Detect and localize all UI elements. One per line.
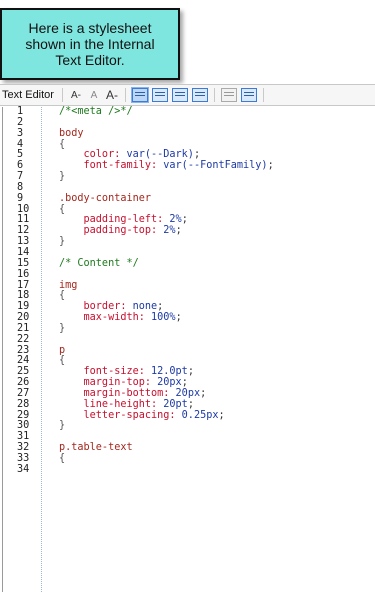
code-token: ; xyxy=(157,301,164,313)
code-token: } xyxy=(59,322,66,334)
code-token: none xyxy=(132,301,158,313)
code-text: } xyxy=(59,421,65,432)
code-token: { xyxy=(59,290,66,302)
code-token: .body-container xyxy=(59,192,152,204)
code-token: max-width: xyxy=(59,312,152,324)
code-editor[interactable]: 1/*<meta />*/2 3 body 4{5 color: var(--Dark… xyxy=(2,106,375,592)
code-token: /* Content */ xyxy=(59,257,139,269)
code-token: body xyxy=(59,127,84,139)
code-token: ; xyxy=(187,366,194,378)
code-token: color: xyxy=(59,149,127,161)
code-token: { xyxy=(59,453,66,464)
code-token: ; xyxy=(200,387,207,399)
toolbar-separator xyxy=(262,88,264,102)
code-token: border: xyxy=(59,301,133,313)
code-line[interactable]: 34 xyxy=(3,463,375,476)
code-token: margin-top: xyxy=(59,377,158,389)
code-token: { xyxy=(59,355,66,367)
code-token: font-family: xyxy=(59,160,164,172)
line-number: 34 xyxy=(17,463,30,475)
toolbar-separator xyxy=(213,88,215,102)
code-token: 2% xyxy=(163,225,176,237)
font-increase-button[interactable]: A- xyxy=(105,87,119,103)
code-token: } xyxy=(59,236,66,248)
format-icon[interactable] xyxy=(191,88,208,102)
line-number: 9 xyxy=(17,192,24,204)
code-token: p xyxy=(59,344,66,356)
code-token: 2% xyxy=(169,214,182,226)
code-token: ; xyxy=(181,377,188,389)
code-text: max-width: 100%; xyxy=(59,312,182,324)
font-reset-button[interactable]: A xyxy=(87,87,101,103)
code-token: } xyxy=(59,171,66,183)
code-token: margin-bottom: xyxy=(59,387,176,399)
code-token: ; xyxy=(193,149,201,161)
spell-check-icon[interactable] xyxy=(240,88,257,102)
code-token: ; xyxy=(187,398,194,410)
code-token: 20px xyxy=(175,387,201,399)
line-number: 16 xyxy=(17,268,30,280)
code-token: } xyxy=(59,420,66,432)
code-line[interactable]: 7} xyxy=(3,171,375,183)
code-text: } xyxy=(59,236,66,248)
code-text: /*<meta />*/ xyxy=(59,106,133,118)
line-numbers-icon[interactable] xyxy=(171,88,188,102)
line-number: 28 xyxy=(17,398,30,410)
code-line[interactable]: 21} xyxy=(3,322,375,335)
code-line[interactable]: 30} xyxy=(3,421,375,432)
code-text: letter-spacing: 0.25px; xyxy=(59,409,225,422)
code-line[interactable]: 33{ xyxy=(3,453,375,465)
code-text: .body-container xyxy=(59,192,152,205)
code-token: ; xyxy=(181,214,188,226)
line-number: 3 xyxy=(17,127,24,139)
code-token: 12.0pt xyxy=(151,366,188,378)
code-text: font-family: var(--FontFamily); xyxy=(59,160,274,172)
code-text: /* Content */ xyxy=(59,257,139,270)
code-text: } xyxy=(59,322,66,335)
text-editor-toolbar: Text Editor A- A A- xyxy=(0,84,375,106)
code-line[interactable]: 1/*<meta />*/ xyxy=(3,106,375,118)
code-token: 100% xyxy=(151,312,176,324)
code-text: } xyxy=(59,171,66,183)
code-view-icon[interactable] xyxy=(151,88,168,102)
code-token: line-height: xyxy=(59,398,164,410)
code-token: ; xyxy=(218,409,225,421)
code-text: padding-top: 2%; xyxy=(59,225,182,237)
code-token: 20px xyxy=(157,377,182,389)
code-token: p.table-text xyxy=(59,442,133,454)
code-token: padding-top: xyxy=(59,225,164,237)
toolbar-title: Text Editor xyxy=(2,89,54,101)
code-token: { xyxy=(59,138,66,150)
insert-file-icon[interactable] xyxy=(220,88,237,102)
code-token: { xyxy=(59,203,66,215)
toolbar-separator xyxy=(124,88,126,102)
code-token: font-size: xyxy=(59,366,152,378)
code-token: img xyxy=(59,279,78,291)
code-token: letter-spacing: xyxy=(59,409,182,421)
code-token: /*<meta />*/ xyxy=(59,106,133,117)
callout-text: Here is a stylesheet shown in the Intern… xyxy=(25,20,155,68)
code-text: { xyxy=(59,453,66,465)
code-line[interactable]: 15/* Content */ xyxy=(3,257,375,270)
toolbar-separator xyxy=(61,88,63,102)
code-token: var(--Dark) xyxy=(126,149,194,161)
code-token: ; xyxy=(267,160,274,172)
code-token: 0.25px xyxy=(181,409,219,421)
code-line[interactable]: 13} xyxy=(3,236,375,248)
line-number: 22 xyxy=(17,333,30,345)
callout-box: Here is a stylesheet shown in the Intern… xyxy=(0,8,180,80)
code-token: ; xyxy=(175,312,182,324)
code-text: p.table-text xyxy=(59,442,133,454)
code-token: ; xyxy=(175,225,182,237)
font-decrease-button[interactable]: A- xyxy=(69,87,83,103)
code-token: 20pt xyxy=(163,398,188,410)
word-wrap-icon[interactable] xyxy=(131,88,148,102)
code-token: padding-left: xyxy=(59,214,170,226)
code-token: var(--FontFamily) xyxy=(163,160,268,172)
